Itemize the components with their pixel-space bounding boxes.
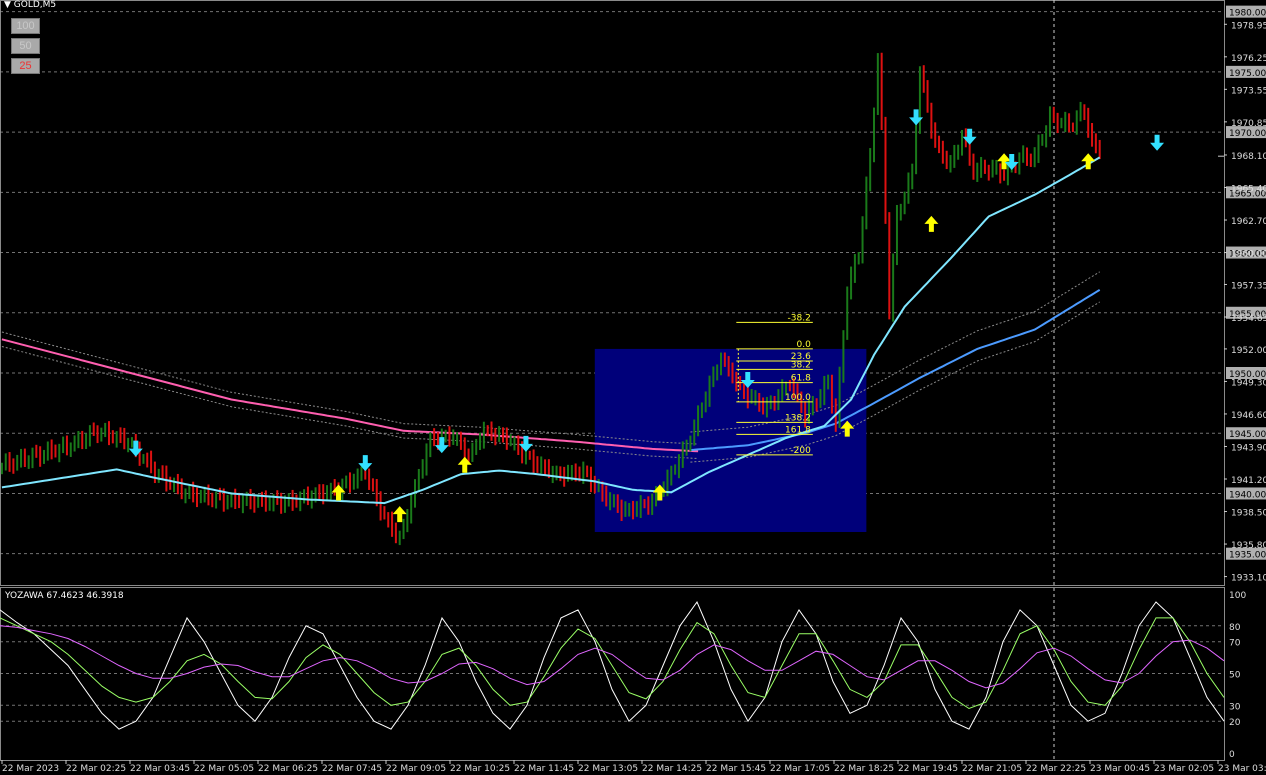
down-arrow-icon xyxy=(909,109,924,126)
grid-level-label: 1935.00 xyxy=(1229,551,1266,561)
oscillator-level-label: 70 xyxy=(1229,639,1241,649)
up-arrow-icon xyxy=(924,215,939,232)
oscillator-level-label: 20 xyxy=(1229,718,1241,728)
time-axis-label: 22 Mar 21:05 xyxy=(962,764,1022,774)
zoom-25-button[interactable]: 25 xyxy=(11,58,40,74)
time-axis-label: 22 Mar 05:05 xyxy=(194,764,254,774)
time-axis-label: 22 Mar 19:45 xyxy=(898,764,958,774)
zoom-50-button[interactable]: 50 xyxy=(11,38,40,54)
time-axis-label: 22 Mar 13:05 xyxy=(578,764,638,774)
fib-level-label: 38.2 xyxy=(791,360,811,370)
price-axis-label: 1957.35 xyxy=(1231,281,1266,291)
fib-level-label: -200 xyxy=(790,446,811,456)
time-axis-label: 23 Mar 00:45 xyxy=(1090,764,1150,774)
fib-level-label: 161.8 xyxy=(785,425,811,435)
time-axis-label: 23 Mar 03:2 xyxy=(1218,764,1266,774)
oscillator-label: YOZAWA 67.4623 46.3918 xyxy=(5,591,124,601)
oscillator-level-label: 80 xyxy=(1229,623,1241,633)
grid-level-label: 1940.00 xyxy=(1229,490,1266,500)
time-axis-label: 22 Mar 18:25 xyxy=(834,764,894,774)
zoom-100-button[interactable]: 100 xyxy=(11,18,40,34)
up-arrow-icon xyxy=(331,484,346,501)
time-axis-label: 22 Mar 02:25 xyxy=(66,764,126,774)
time-axis-label: 22 Mar 09:05 xyxy=(386,764,446,774)
oscillator-level-label: 100 xyxy=(1229,591,1246,601)
time-axis-label: 22 Mar 03:45 xyxy=(130,764,190,774)
price-axis-label: 1943.90 xyxy=(1231,443,1266,453)
ma-long-line xyxy=(1,338,699,453)
time-axis-label: 22 Mar 22:25 xyxy=(1026,764,1086,774)
time-axis-label: 22 Mar 11:45 xyxy=(514,764,574,774)
symbol-label[interactable]: ▼ GOLD,M5 xyxy=(4,0,56,10)
time-axis-label: 23 Mar 02:05 xyxy=(1154,764,1214,774)
price-axis-label: 1941.20 xyxy=(1231,476,1266,486)
price-axis-label: 1933.10 xyxy=(1231,574,1266,584)
trading-chart[interactable]: 1980.001975.001970.001965.001960.001955.… xyxy=(0,0,1266,775)
oscillator-level-label: 0 xyxy=(1229,750,1235,760)
time-axis-label: 22 Mar 15:45 xyxy=(706,764,766,774)
oscillator-level-label: 50 xyxy=(1229,671,1241,681)
ma-fast-line xyxy=(1,156,1101,505)
price-axis-label: 1976.25 xyxy=(1231,54,1266,64)
fib-level-label: 0.0 xyxy=(796,340,811,350)
down-arrow-icon xyxy=(962,128,977,145)
price-axis-label: 1954.65 xyxy=(1231,314,1266,324)
fib-level-label: 61.8 xyxy=(791,374,811,384)
price-axis-label: 1968.10 xyxy=(1231,152,1266,162)
price-axis-label: 1970.85 xyxy=(1231,119,1266,129)
oscillator-series-line xyxy=(0,617,1225,710)
oscillator-series-line xyxy=(0,625,1225,689)
grid-level-label: 1980.00 xyxy=(1229,9,1266,19)
down-arrow-icon xyxy=(128,440,143,457)
price-axis-label: 1960.00 xyxy=(1231,250,1266,260)
fib-level-label: -38.2 xyxy=(788,313,811,323)
time-axis-label: 22 Mar 14:25 xyxy=(642,764,702,774)
price-axis-label: 1962.70 xyxy=(1231,217,1266,227)
time-axis-label: 22 Mar 10:25 xyxy=(450,764,510,774)
price-axis-label: 1949.30 xyxy=(1231,378,1266,388)
price-axis-label: 1952.00 xyxy=(1231,346,1266,356)
time-axis-label: 22 Mar 06:25 xyxy=(258,764,318,774)
price-axis-label: 1978.95 xyxy=(1231,21,1266,31)
symbol-text: GOLD,M5 xyxy=(13,0,57,10)
grid-level-label: 1945.00 xyxy=(1229,430,1266,440)
ma-long-envelope-lower xyxy=(1,346,699,459)
price-axis-label: 1935.80 xyxy=(1231,541,1266,551)
fib-level-label: 100.0 xyxy=(785,393,811,403)
time-axis-label: 22 Mar 2023 xyxy=(2,764,59,774)
up-arrow-icon xyxy=(392,506,407,523)
down-arrow-icon xyxy=(1150,134,1165,151)
time-axis-label: 22 Mar 17:05 xyxy=(770,764,830,774)
grid-level-label: 1975.00 xyxy=(1229,69,1266,79)
price-axis-label: 1973.55 xyxy=(1231,86,1266,96)
time-axis-label: 22 Mar 07:45 xyxy=(322,764,382,774)
price-axis-label: 1946.60 xyxy=(1231,411,1266,421)
down-arrow-icon xyxy=(358,455,373,472)
price-axis-label: 1965.40 xyxy=(1231,185,1266,195)
oscillator-level-label: 30 xyxy=(1229,702,1241,712)
grid-level-label: 1970.00 xyxy=(1229,129,1266,139)
up-arrow-icon xyxy=(457,456,472,473)
price-axis-label: 1938.50 xyxy=(1231,509,1266,519)
fib-level-label: 138.2 xyxy=(785,413,811,423)
